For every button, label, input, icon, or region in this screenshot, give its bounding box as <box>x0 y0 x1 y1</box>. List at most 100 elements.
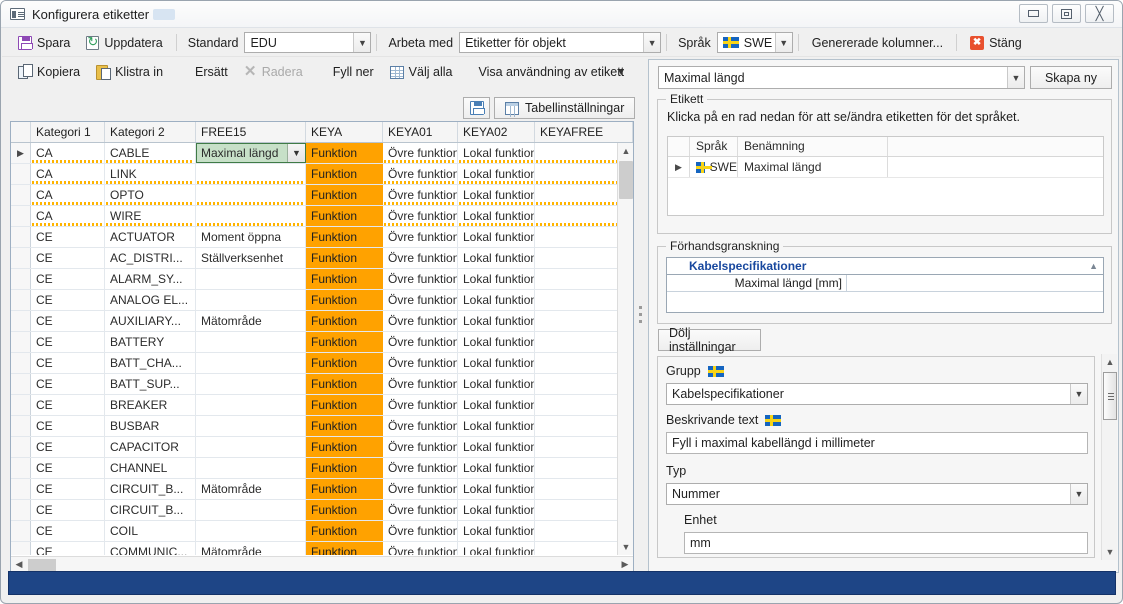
table-cell-keya[interactable]: Funktion <box>306 248 383 268</box>
table-cell-keya02[interactable]: Lokal funktion <box>458 521 535 541</box>
copy-button[interactable]: Kopiera <box>10 61 88 83</box>
table-cell-keya[interactable]: Funktion <box>306 227 383 247</box>
table-row[interactable]: CE CAPACITOR Funktion Övre funktion Lokal fu… <box>11 437 633 458</box>
table-cell-free15[interactable] <box>196 332 306 352</box>
row-indicator[interactable] <box>11 290 31 310</box>
table-cell-free15[interactable] <box>196 416 306 436</box>
table-cell-keya01[interactable]: Övre funktion <box>383 164 458 184</box>
row-indicator[interactable] <box>11 437 31 457</box>
close-toolbar-button[interactable]: ✖ Stäng <box>962 32 1030 54</box>
table-cell-keya02[interactable]: Lokal funktion <box>458 458 535 478</box>
grid-header-keya[interactable]: KEYA <box>306 122 383 142</box>
table-cell-c1[interactable]: CE <box>31 311 105 331</box>
table-cell-c1[interactable]: CE <box>31 479 105 499</box>
lang-header-sprak[interactable]: Språk <box>690 137 738 156</box>
table-cell-free15[interactable]: Mätområde <box>196 479 306 499</box>
table-cell-keya02[interactable]: Lokal funktion <box>458 143 535 163</box>
hide-settings-button[interactable]: Dölj inställningar <box>658 326 761 354</box>
table-cell-c1[interactable]: CA <box>31 185 105 205</box>
scroll-up-icon[interactable]: ▲ <box>618 143 634 159</box>
table-cell-c1[interactable]: CE <box>31 395 105 415</box>
table-cell-keya02[interactable]: Lokal funktion <box>458 290 535 310</box>
collapse-up-icon[interactable]: ▲ <box>1089 261 1098 271</box>
table-cell-c2[interactable]: CIRCUIT_B... <box>105 500 196 520</box>
table-cell-c1[interactable]: CE <box>31 521 105 541</box>
table-cell-c2[interactable]: CIRCUIT_B... <box>105 479 196 499</box>
table-cell-c2[interactable]: ANALOG EL... <box>105 290 196 310</box>
row-indicator[interactable] <box>11 206 31 226</box>
table-row[interactable]: CE AC_DISTRI... Ställverksenhet Funktion Övr… <box>11 248 633 269</box>
table-cell-keya[interactable]: Funktion <box>306 269 383 289</box>
table-cell-c1[interactable]: CA <box>31 206 105 226</box>
table-cell-keya01[interactable]: Övre funktion <box>383 395 458 415</box>
row-indicator[interactable] <box>11 374 31 394</box>
select-all-button[interactable]: Välj alla <box>382 61 461 83</box>
row-indicator[interactable] <box>11 542 31 555</box>
table-cell-c2[interactable]: LINK <box>105 164 196 184</box>
table-cell-c2[interactable]: BUSBAR <box>105 416 196 436</box>
table-cell-keya[interactable]: Funktion <box>306 206 383 226</box>
table-cell-c1[interactable]: CE <box>31 500 105 520</box>
table-cell-free15[interactable] <box>196 164 306 184</box>
table-cell-keya01[interactable]: Övre funktion <box>383 290 458 310</box>
row-indicator[interactable] <box>11 332 31 352</box>
show-usage-button[interactable]: Visa användning av etikett <box>470 61 632 83</box>
row-indicator[interactable] <box>11 416 31 436</box>
delete-button[interactable]: ✕ Radera <box>236 61 311 83</box>
table-cell-c2[interactable]: CAPACITOR <box>105 437 196 457</box>
table-cell-keya02[interactable]: Lokal funktion <box>458 416 535 436</box>
table-cell-c1[interactable]: CE <box>31 458 105 478</box>
table-cell-keya02[interactable]: Lokal funktion <box>458 542 535 555</box>
table-cell-keya[interactable]: Funktion <box>306 332 383 352</box>
table-cell-free15[interactable]: Moment öppna <box>196 227 306 247</box>
table-cell-keya[interactable]: Funktion <box>306 185 383 205</box>
table-cell-keya01[interactable]: Övre funktion <box>383 374 458 394</box>
table-cell-keya[interactable]: Funktion <box>306 458 383 478</box>
table-cell-c1[interactable]: CE <box>31 227 105 247</box>
table-row[interactable]: CE CHANNEL Funktion Övre funktion Lokal funk… <box>11 458 633 479</box>
table-cell-keya[interactable]: Funktion <box>306 164 383 184</box>
table-cell-free15[interactable]: Ställverksenhet <box>196 248 306 268</box>
table-cell-keya01[interactable]: Övre funktion <box>383 521 458 541</box>
table-row[interactable]: CE BATT_CHA... Funktion Övre funktion Lokal … <box>11 353 633 374</box>
table-row[interactable]: CE BATTERY Funktion Övre funktion Lokal funk… <box>11 332 633 353</box>
preview-row-value[interactable] <box>847 275 1103 291</box>
table-cell-free15[interactable] <box>196 458 306 478</box>
row-indicator[interactable]: ▶ <box>11 143 31 163</box>
table-cell-keya02[interactable]: Lokal funktion <box>458 164 535 184</box>
table-cell-free15[interactable] <box>196 290 306 310</box>
table-cell-keya01[interactable]: Övre funktion <box>383 311 458 331</box>
table-cell-keya02[interactable]: Lokal funktion <box>458 374 535 394</box>
language-table-row[interactable]: ▶ SWE Maximal längd <box>668 157 1103 178</box>
table-cell-keya02[interactable]: Lokal funktion <box>458 311 535 331</box>
table-cell-c1[interactable]: CA <box>31 164 105 184</box>
table-row[interactable]: CA WIRE Funktion Övre funktion Lokal funktio… <box>11 206 633 227</box>
row-indicator[interactable] <box>11 248 31 268</box>
table-cell-keya02[interactable]: Lokal funktion <box>458 332 535 352</box>
table-cell-c1[interactable]: CE <box>31 269 105 289</box>
table-cell-keya02[interactable]: Lokal funktion <box>458 500 535 520</box>
panel-splitter[interactable] <box>637 121 644 573</box>
table-cell-keya02[interactable]: Lokal funktion <box>458 269 535 289</box>
grid-header-keya01[interactable]: KEYA01 <box>383 122 458 142</box>
table-cell-keya01[interactable]: Övre funktion <box>383 353 458 373</box>
table-cell-keya02[interactable]: Lokal funktion <box>458 353 535 373</box>
table-cell-keya02[interactable]: Lokal funktion <box>458 206 535 226</box>
table-cell-keya[interactable]: Funktion <box>306 416 383 436</box>
table-cell-keya[interactable]: Funktion <box>306 479 383 499</box>
table-row[interactable]: CE CIRCUIT_B... Mätområde Funktion Övre funk… <box>11 479 633 500</box>
table-cell-keya01[interactable]: Övre funktion <box>383 185 458 205</box>
table-cell-keya02[interactable]: Lokal funktion <box>458 479 535 499</box>
row-indicator[interactable] <box>11 353 31 373</box>
table-settings-button[interactable]: Tabellinställningar <box>494 97 636 119</box>
type-combo[interactable]: Nummer ▼ <box>666 483 1088 505</box>
table-cell-keya01[interactable]: Övre funktion <box>383 500 458 520</box>
grid-header-kategori-2[interactable]: Kategori 2 <box>105 122 196 142</box>
minimize-button[interactable] <box>1019 4 1048 23</box>
table-cell-free15[interactable] <box>196 500 306 520</box>
chevron-down-icon[interactable]: ▼ <box>287 144 305 162</box>
table-row[interactable]: CE ACTUATOR Moment öppna Funktion Övre funkt… <box>11 227 633 248</box>
table-row[interactable]: CE COIL Funktion Övre funktion Lokal funktio… <box>11 521 633 542</box>
description-input[interactable]: Fyll i maximal kabellängd i millimeter <box>666 432 1088 454</box>
table-cell-keya01[interactable]: Övre funktion <box>383 227 458 247</box>
